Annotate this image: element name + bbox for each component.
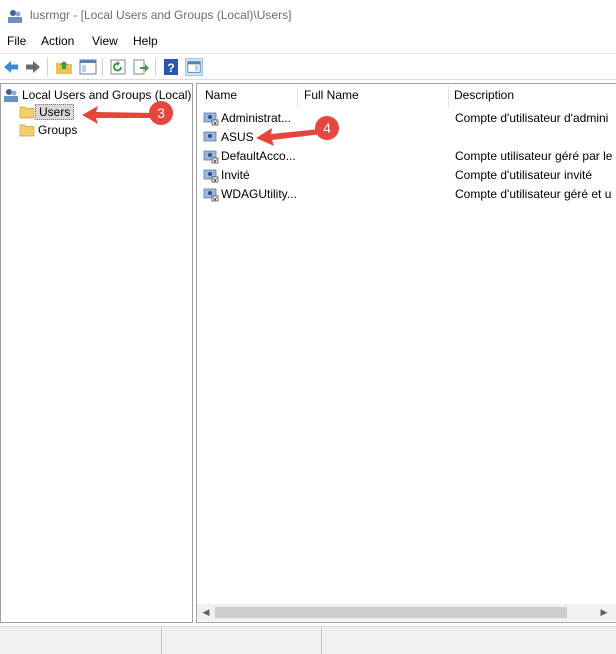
cell-description: Compte utilisateur géré par le [455,149,613,163]
folder-icon [19,124,35,137]
export-list-icon[interactable] [132,58,150,76]
annotation-arrow [256,128,322,146]
column-divider[interactable] [297,86,298,108]
column-divider[interactable] [448,86,449,108]
back-icon[interactable] [2,58,20,76]
toolbar-separator [47,58,48,76]
user-icon [203,188,219,202]
tree-label-root: Local Users and Groups (Local) [22,88,192,102]
tree-label-users: Users [35,104,75,120]
status-cell [162,627,322,654]
list-pane[interactable]: Name Full Name Description Administrat..… [196,83,616,623]
status-cell [0,627,162,654]
forward-icon[interactable] [24,58,42,76]
cell-name: DefaultAcco... [221,149,296,163]
cell-name: Administrat... [221,111,292,125]
column-header-full-name[interactable]: Full Name [304,88,359,108]
scrollbar-thumb[interactable] [215,607,567,618]
annotation-badge: 3 [149,101,173,125]
folder-icon [19,106,35,119]
users-groups-icon [4,89,18,102]
column-header-name[interactable]: Name [205,88,237,108]
user-icon [203,169,219,183]
annotation-badge: 4 [315,116,339,140]
horizontal-scrollbar[interactable]: ◀ ▶ [197,604,616,621]
column-header-description[interactable]: Description [454,88,514,108]
menu-file[interactable]: File [7,34,26,48]
help-icon[interactable]: ? [162,58,180,76]
cell-description: Compte d'utilisateur invité [455,168,593,182]
list-item[interactable]: DefaultAcco... Compte utilisateur géré p… [201,147,615,166]
title-bar: lusrmgr - [Local Users and Groups (Local… [0,0,616,31]
cell-description: Compte d'utilisateur d'admini [455,111,609,125]
show-hide-tree-icon[interactable] [79,58,97,76]
menu-help[interactable]: Help [133,34,158,48]
toolbar: ? [0,53,616,80]
user-icon [203,131,217,142]
tree-node-users[interactable]: Users [19,103,75,121]
show-action-pane-icon[interactable] [185,58,203,76]
user-icon [203,150,219,164]
list-item[interactable]: WDAGUtility... Compte d'utilisateur géré… [201,185,615,204]
tree-pane[interactable]: Local Users and Groups (Local) Users Gro… [0,83,193,623]
window-title: lusrmgr - [Local Users and Groups (Local… [30,8,292,22]
cell-name: WDAGUtility... [221,187,297,201]
cell-description: Compte d'utilisateur géré et u [455,187,612,201]
refresh-icon[interactable] [109,58,127,76]
toolbar-separator [102,58,103,76]
toolbar-separator [155,58,156,76]
scroll-right-icon[interactable]: ▶ [599,607,609,618]
user-icon [203,112,219,126]
list-item[interactable]: Invité Compte d'utilisateur invité [201,166,615,185]
users-app-icon [8,10,22,23]
tree-node-groups[interactable]: Groups [19,121,80,139]
annotation-arrow [82,106,158,124]
up-folder-icon[interactable] [55,58,73,76]
svg-text:?: ? [167,61,174,75]
scroll-left-icon[interactable]: ◀ [201,607,211,618]
status-bar [0,626,616,654]
menu-view[interactable]: View [92,34,118,48]
cell-name: Invité [221,168,250,182]
tree-label-groups: Groups [38,123,78,137]
menu-bar: File Action View Help [0,31,616,53]
menu-action[interactable]: Action [41,34,74,48]
